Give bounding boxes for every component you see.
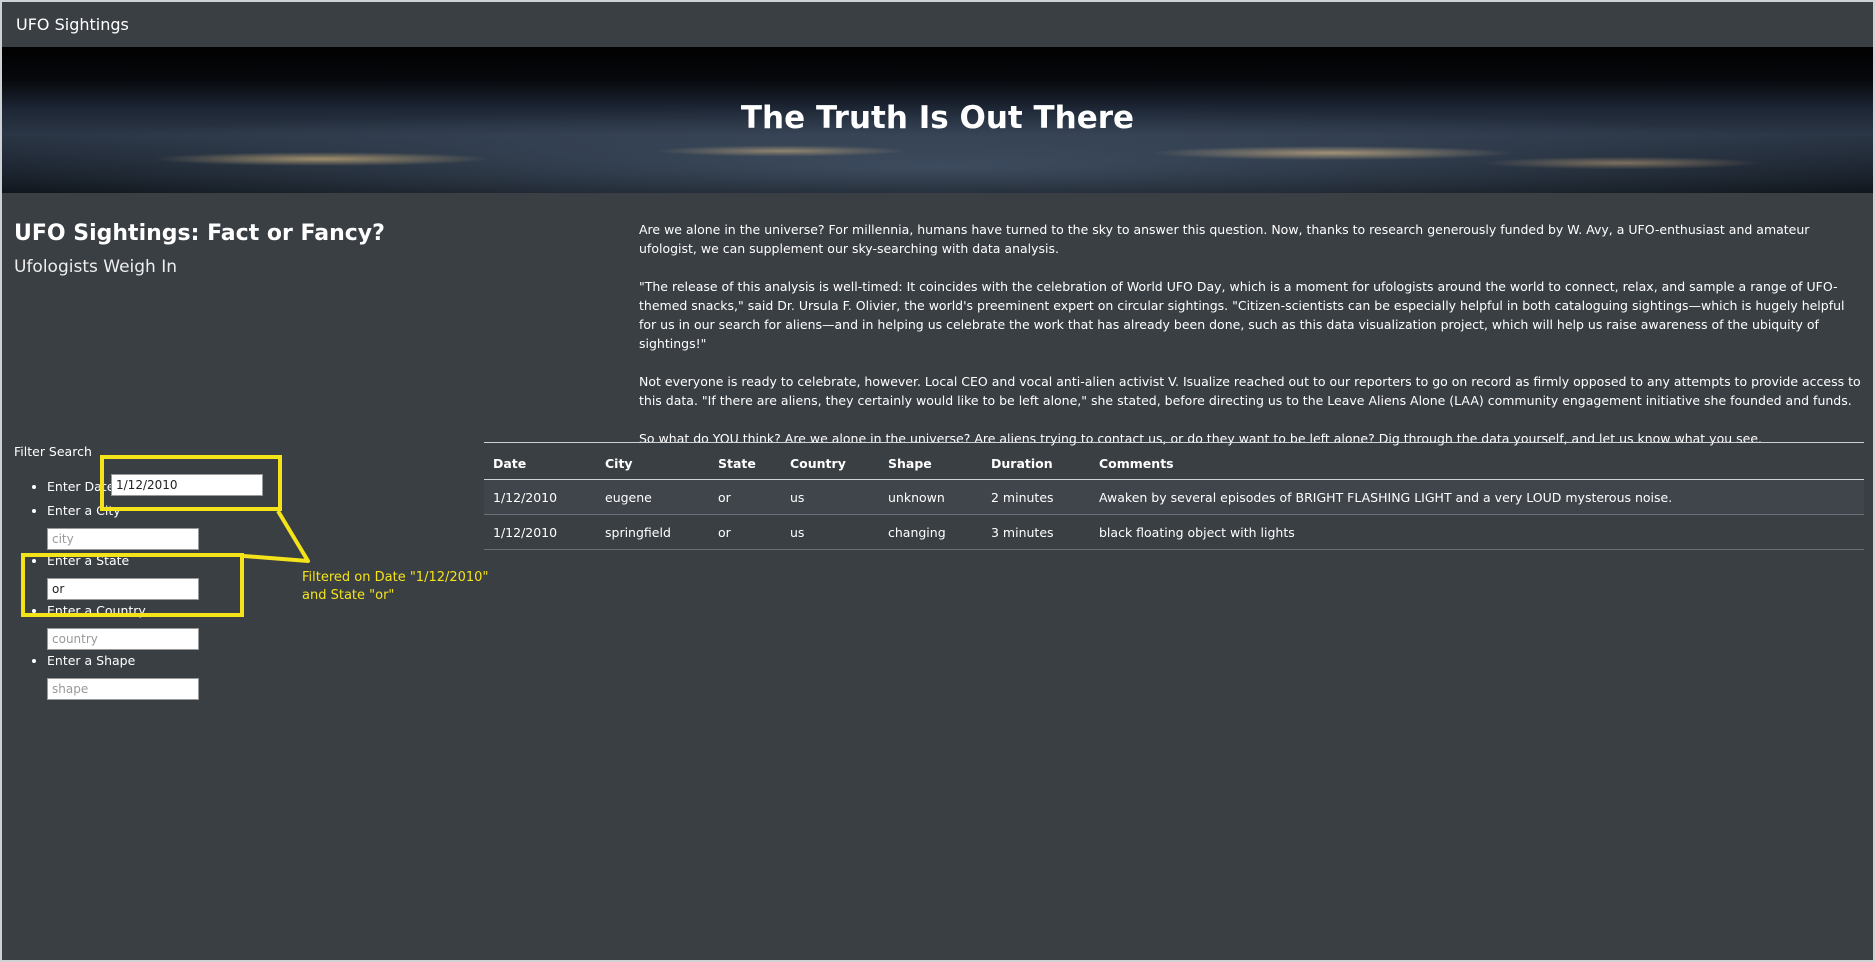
filter-city: Enter a City bbox=[47, 502, 467, 552]
column-header-date[interactable]: Date bbox=[484, 442, 596, 480]
state-input[interactable] bbox=[47, 578, 199, 600]
cell-country: us bbox=[781, 514, 879, 550]
article-paragraph: "The release of this analysis is well-ti… bbox=[639, 279, 1845, 351]
article: Are we alone in the universe? For millen… bbox=[639, 220, 1861, 467]
filter-country-label: Enter a Country bbox=[47, 603, 146, 618]
cell-city: springfield bbox=[596, 514, 709, 550]
filter-date-label: Enter Date bbox=[47, 479, 115, 494]
filter-city-label: Enter a City bbox=[47, 503, 121, 518]
filter-date: Enter Date bbox=[47, 474, 467, 502]
cell-state: or bbox=[709, 479, 781, 515]
table-row: 1/12/2010 springfield or us changing 3 m… bbox=[484, 514, 1864, 550]
article-paragraph: Are we alone in the universe? For millen… bbox=[639, 222, 1810, 256]
cell-city: eugene bbox=[596, 479, 709, 515]
cell-date: 1/12/2010 bbox=[484, 514, 596, 550]
cell-comments: black floating object with lights bbox=[1090, 514, 1864, 550]
article-paragraph: Not everyone is ready to celebrate, howe… bbox=[639, 374, 1861, 408]
column-header-duration[interactable]: Duration bbox=[982, 442, 1090, 480]
annotation-callout: Filtered on Date "1/12/2010" and State "… bbox=[302, 569, 488, 605]
filter-state-label: Enter a State bbox=[47, 553, 130, 568]
cell-comments: Awaken by several episodes of BRIGHT FLA… bbox=[1090, 479, 1864, 515]
brand-link[interactable]: UFO Sightings bbox=[16, 15, 129, 34]
cell-duration: 3 minutes bbox=[982, 514, 1090, 550]
cell-state: or bbox=[709, 514, 781, 550]
table-row: 1/12/2010 eugene or us unknown 2 minutes… bbox=[484, 479, 1864, 515]
hero-title: The Truth Is Out There bbox=[740, 100, 1135, 136]
intro-subtitle: Ufologists Weigh In bbox=[14, 257, 178, 277]
filter-country: Enter a Country bbox=[47, 602, 467, 652]
country-input[interactable] bbox=[47, 628, 199, 650]
column-header-state[interactable]: State bbox=[709, 442, 781, 480]
filter-shape-label: Enter a Shape bbox=[47, 653, 136, 668]
shape-input[interactable] bbox=[47, 678, 199, 700]
column-header-city[interactable]: City bbox=[596, 442, 709, 480]
filter-search-title: Filter Search bbox=[14, 444, 92, 459]
sightings-table: Date City State Country Shape Duration C… bbox=[484, 442, 1864, 550]
filter-shape: Enter a Shape bbox=[47, 652, 467, 702]
cell-country: us bbox=[781, 479, 879, 515]
date-input[interactable] bbox=[111, 474, 263, 496]
annotation-line: and State "or" bbox=[302, 588, 395, 603]
navbar: UFO Sightings bbox=[2, 2, 1873, 47]
cell-date: 1/12/2010 bbox=[484, 479, 596, 515]
cell-duration: 2 minutes bbox=[982, 479, 1090, 515]
cell-shape: changing bbox=[879, 514, 982, 550]
intro-title: UFO Sightings: Fact or Fancy? bbox=[14, 221, 385, 246]
table-header-row: Date City State Country Shape Duration C… bbox=[484, 442, 1864, 480]
cell-shape: unknown bbox=[879, 479, 982, 515]
hero-banner: The Truth Is Out There bbox=[2, 47, 1873, 193]
city-input[interactable] bbox=[47, 528, 199, 550]
column-header-comments[interactable]: Comments bbox=[1090, 442, 1864, 480]
annotation-line: Filtered on Date "1/12/2010" bbox=[302, 570, 489, 585]
column-header-shape[interactable]: Shape bbox=[879, 442, 982, 480]
column-header-country[interactable]: Country bbox=[781, 442, 879, 480]
